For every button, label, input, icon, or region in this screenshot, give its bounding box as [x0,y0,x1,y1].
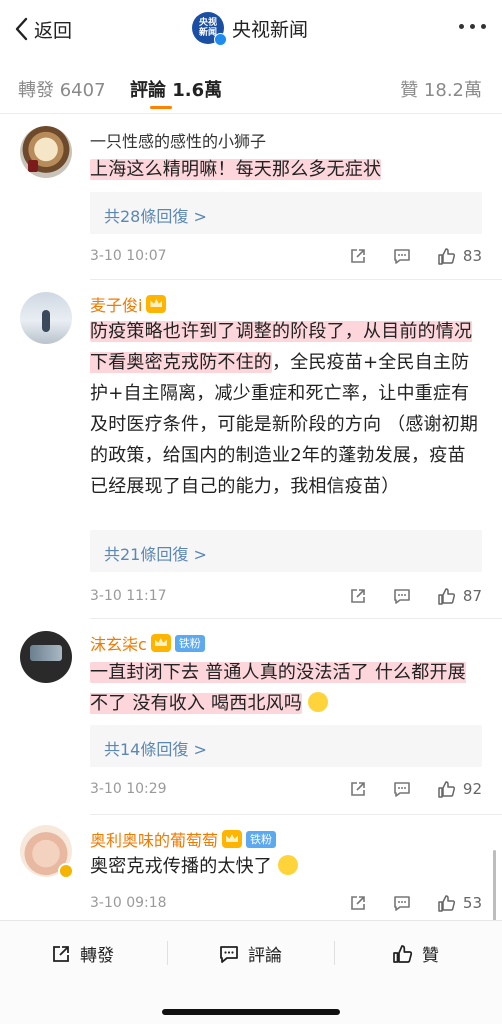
fan-badge: 铁粉 [246,830,277,848]
back-label: 返回 [34,19,73,42]
tab-comments[interactable]: 評論 1.6萬 [130,76,222,102]
like-count: 92 [462,780,482,798]
chevron-left-icon [15,17,28,41]
divider [90,814,502,815]
reply-icon[interactable] [392,246,412,266]
timestamp: 3-10 09:18 [90,895,167,911]
share-icon[interactable] [348,893,368,913]
avatar[interactable] [20,126,72,178]
replies-link[interactable]: 共28條回復 > [90,192,482,234]
avatar[interactable] [20,292,72,344]
reply-icon[interactable] [392,779,412,799]
tab-bar: 轉發 6407 評論 1.6萬 贊 18.2萬 [0,58,502,114]
divider [167,941,168,965]
active-tab-indicator [150,106,172,109]
comment-username[interactable]: 奥利奥味的葡萄萄 铁粉 [90,827,277,851]
comment-username[interactable]: 麦子俊i [90,292,167,316]
comment-feed[interactable]: 一只性感的感性的小狮子 上海这么精明嘛！每天那么多无症状 共28條回復 > 3-… [0,114,502,920]
share-icon[interactable] [348,246,368,266]
comment-meta: 3-10 10:29 92 [90,779,482,799]
comment-text: 防疫策略也许到了调整的阶段了，从目前的情况下看奥密克戎防不住的，全民疫苗+全民自… [90,321,479,497]
reply-icon[interactable] [392,586,412,606]
more-icon[interactable] [459,24,486,29]
like-button[interactable]: 83 [437,246,482,266]
like-bottom-button[interactable]: 贊 [392,941,439,966]
replies-link[interactable]: 共21條回復 > [90,530,482,572]
comment-button[interactable]: 評論 [218,941,282,966]
share-icon[interactable] [348,779,368,799]
comment-meta: 3-10 10:07 83 [90,246,482,266]
comment-text: 上海这么精明嘛！每天那么多无症状 [90,159,382,180]
channel-logo: 央视 新闻 [192,12,227,46]
comment-text: 奥密克戎传播的太快了 [90,851,482,882]
comment-username[interactable]: 沫玄柒c 铁粉 [90,631,205,655]
share-icon[interactable] [348,586,368,606]
repost-button[interactable]: 轉發 [50,941,114,966]
reply-icon[interactable] [392,893,412,913]
repost-icon [53,945,69,962]
comment-meta: 3-10 09:18 53 [90,893,482,913]
divider [90,279,502,280]
tab-likes[interactable]: 贊 18.2萬 [400,76,482,102]
comment-meta: 3-10 11:17 87 [90,586,482,606]
like-count: 83 [462,247,482,265]
thumbs-up-icon [438,781,455,798]
thumbs-up-icon [393,944,413,963]
like-button[interactable]: 53 [437,893,482,913]
like-count: 53 [462,894,482,912]
timestamp: 3-10 11:17 [90,588,167,604]
laughing-emoji-icon [307,692,328,712]
verified-badge-icon [214,33,227,46]
vip-crown-icon [150,634,171,652]
thumbs-up-icon [438,895,455,912]
scrollbar[interactable] [493,850,496,922]
replies-link[interactable]: 共14條回復 > [90,725,482,767]
bottom-action-bar: 轉發 評論 贊 [0,920,502,1024]
comment-icon [220,945,238,963]
tab-repost[interactable]: 轉發 6407 [18,76,106,102]
surprised-emoji-icon [277,855,298,875]
divider [334,941,335,965]
vip-crown-icon [222,830,243,848]
vip-crown-icon [146,295,167,313]
avatar[interactable] [20,631,72,683]
thumbs-up-icon [438,588,455,605]
channel-header[interactable]: 央视 新闻 央视新闻 [192,12,309,46]
avatar-badge-icon [58,863,74,879]
timestamp: 3-10 10:07 [90,248,167,264]
like-button[interactable]: 92 [437,779,482,799]
fan-badge: 铁粉 [174,634,205,652]
comment-text: 一直封闭下去 普通人真的没法活了 什么都开展不了 没有收入 喝西北风吗 [90,662,466,714]
like-count: 87 [462,587,482,605]
comment-username[interactable]: 一只性感的感性的小狮子 [90,128,266,152]
thumbs-up-icon [438,248,455,265]
timestamp: 3-10 10:29 [90,781,167,797]
channel-name: 央视新闻 [232,18,309,41]
top-bar: 返回 央视 新闻 央视新闻 [0,0,502,58]
back-button[interactable]: 返回 [14,14,72,44]
divider [90,618,502,619]
home-indicator[interactable] [162,1009,340,1015]
like-button[interactable]: 87 [437,586,482,606]
